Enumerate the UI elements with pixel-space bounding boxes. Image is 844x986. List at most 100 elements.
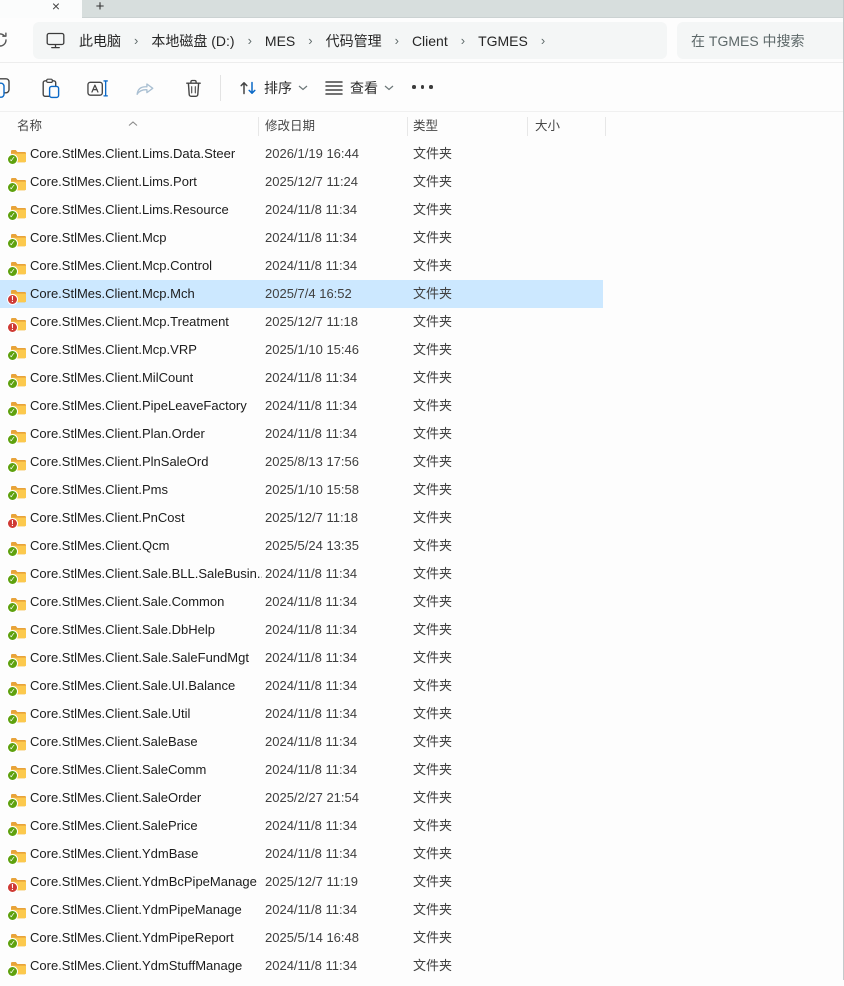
file-row[interactable]: Core.StlMes.Client.YdmStuffManage 2024/1…	[0, 952, 844, 980]
breadcrumb-item[interactable]: 此电脑	[73, 31, 127, 51]
file-date: 2025/1/10 15:46	[265, 336, 359, 364]
file-row[interactable]: Core.StlMes.Client.Lims.Port 2025/12/7 1…	[0, 168, 844, 196]
file-type: 文件夹	[413, 504, 452, 532]
file-row[interactable]: Core.StlMes.Client.Lims.Data.Steer 2026/…	[0, 140, 844, 168]
file-row[interactable]: Core.StlMes.Client.Mcp 2024/11/8 11:34 文…	[0, 224, 844, 252]
paste-icon[interactable]	[39, 77, 61, 99]
status-overlay-icon	[7, 378, 18, 389]
status-overlay-icon	[7, 462, 18, 473]
file-row[interactable]: Core.StlMes.Client.Mcp.VRP 2025/1/10 15:…	[0, 336, 844, 364]
breadcrumb-item[interactable]: Client	[406, 33, 454, 49]
sort-button-label: 排序	[264, 78, 292, 98]
breadcrumb-item[interactable]: 代码管理	[320, 31, 388, 51]
folder-icon	[10, 398, 26, 414]
file-date: 2024/11/8 11:34	[265, 252, 357, 280]
breadcrumb-chevron-icon[interactable]: ›	[301, 33, 319, 48]
file-row[interactable]: Core.StlMes.Client.Plan.Order 2024/11/8 …	[0, 420, 844, 448]
more-options-icon[interactable]	[412, 85, 433, 89]
file-name: Core.StlMes.Client.YdmPipeReport	[30, 924, 234, 952]
column-separator[interactable]	[605, 117, 606, 136]
file-name: Core.StlMes.Client.Sale.UI.Balance	[30, 672, 235, 700]
file-row[interactable]: Core.StlMes.Client.Mcp.Mch 2025/7/4 16:5…	[0, 280, 844, 308]
breadcrumb-chevron-icon[interactable]: ›	[454, 33, 472, 48]
file-name: Core.StlMes.Client.Plan.Order	[30, 420, 205, 448]
breadcrumb-field[interactable]: 此电脑›本地磁盘 (D:)›MES›代码管理›Client›TGMES›	[33, 22, 667, 59]
file-name: Core.StlMes.Client.SaleComm	[30, 756, 206, 784]
column-separator[interactable]	[527, 117, 528, 136]
file-row[interactable]: Core.StlMes.Client.Sale.Common 2024/11/8…	[0, 588, 844, 616]
active-tab[interactable]	[0, 0, 82, 18]
refresh-icon[interactable]	[0, 31, 9, 49]
copy-icon[interactable]	[0, 77, 11, 99]
folder-icon	[10, 930, 26, 946]
breadcrumb-item[interactable]: MES	[259, 33, 301, 49]
file-row[interactable]: Core.StlMes.Client.Sale.Util 2024/11/8 1…	[0, 700, 844, 728]
file-row[interactable]: Core.StlMes.Client.Sale.SaleFundMgt 2024…	[0, 644, 844, 672]
file-date: 2026/1/19 16:44	[265, 140, 359, 168]
column-header-type[interactable]: 类型	[413, 112, 438, 140]
file-row[interactable]: Core.StlMes.Client.Mcp.Treatment 2025/12…	[0, 308, 844, 336]
file-type: 文件夹	[413, 812, 452, 840]
delete-icon[interactable]	[182, 77, 204, 99]
breadcrumb-chevron-icon[interactable]: ›	[534, 33, 552, 48]
this-pc-icon[interactable]	[46, 32, 65, 49]
breadcrumb-item[interactable]: 本地磁盘 (D:)	[145, 31, 240, 51]
file-type: 文件夹	[413, 364, 452, 392]
column-separator[interactable]	[407, 117, 408, 136]
column-separator[interactable]	[258, 117, 259, 136]
breadcrumb-chevron-icon[interactable]: ›	[241, 33, 259, 48]
file-date: 2024/11/8 11:34	[265, 840, 357, 868]
status-overlay-icon	[7, 714, 18, 725]
file-row[interactable]: Core.StlMes.Client.PnCost 2025/12/7 11:1…	[0, 504, 844, 532]
status-overlay-icon	[7, 574, 18, 585]
status-overlay-icon	[7, 154, 18, 165]
status-overlay-icon	[7, 686, 18, 697]
tab-bar: × +	[0, 0, 844, 18]
folder-icon	[10, 510, 26, 526]
status-overlay-icon	[7, 882, 18, 893]
search-box[interactable]	[677, 22, 844, 59]
file-row[interactable]: Core.StlMes.Client.YdmPipeReport 2025/5/…	[0, 924, 844, 952]
status-overlay-icon	[7, 742, 18, 753]
file-name: Core.StlMes.Client.Mcp.VRP	[30, 336, 197, 364]
file-row[interactable]: Core.StlMes.Client.Qcm 2025/5/24 13:35 文…	[0, 532, 844, 560]
column-header-size[interactable]: 大小	[535, 112, 560, 140]
rename-icon[interactable]	[87, 77, 109, 99]
folder-icon	[10, 762, 26, 778]
folder-icon	[10, 678, 26, 694]
search-input[interactable]	[691, 33, 841, 49]
column-header-date[interactable]: 修改日期	[265, 112, 315, 140]
file-row[interactable]: Core.StlMes.Client.YdmBase 2024/11/8 11:…	[0, 840, 844, 868]
file-row[interactable]: Core.StlMes.Client.YdmPipeManage 2024/11…	[0, 896, 844, 924]
folder-icon	[10, 342, 26, 358]
file-row[interactable]: Core.StlMes.Client.PlnSaleOrd 2025/8/13 …	[0, 448, 844, 476]
file-row[interactable]: Core.StlMes.Client.Pms 2025/1/10 15:58 文…	[0, 476, 844, 504]
column-header-name[interactable]: 名称	[17, 112, 42, 140]
breadcrumb-chevron-icon[interactable]: ›	[127, 33, 145, 48]
tab-close-icon[interactable]: ×	[48, 0, 64, 16]
breadcrumb-chevron-icon[interactable]: ›	[388, 33, 406, 48]
file-date: 2024/11/8 11:34	[265, 644, 357, 672]
file-row[interactable]: Core.StlMes.Client.SaleBase 2024/11/8 11…	[0, 728, 844, 756]
file-row[interactable]: Core.StlMes.Client.Sale.BLL.SaleBusin...…	[0, 560, 844, 588]
file-row[interactable]: Core.StlMes.Client.SaleComm 2024/11/8 11…	[0, 756, 844, 784]
file-row[interactable]: Core.StlMes.Client.SaleOrder 2025/2/27 2…	[0, 784, 844, 812]
file-row[interactable]: Core.StlMes.Client.Sale.UI.Balance 2024/…	[0, 672, 844, 700]
file-row[interactable]: Core.StlMes.Client.YdmBcPipeManage 2025/…	[0, 868, 844, 896]
new-tab-icon[interactable]: +	[92, 0, 108, 17]
file-row[interactable]: Core.StlMes.Client.Mcp.Control 2024/11/8…	[0, 252, 844, 280]
file-row[interactable]: Core.StlMes.Client.PipeLeaveFactory 2024…	[0, 392, 844, 420]
file-name: Core.StlMes.Client.SaleOrder	[30, 784, 201, 812]
sort-button[interactable]: 排序	[232, 73, 314, 103]
file-row[interactable]: Core.StlMes.Client.Sale.DbHelp 2024/11/8…	[0, 616, 844, 644]
file-row[interactable]: Core.StlMes.Client.SalePrice 2024/11/8 1…	[0, 812, 844, 840]
status-overlay-icon	[7, 434, 18, 445]
file-name: Core.StlMes.Client.Mcp.Mch	[30, 280, 195, 308]
file-name: Core.StlMes.Client.Lims.Resource	[30, 196, 229, 224]
file-date: 2025/5/24 13:35	[265, 532, 359, 560]
file-row[interactable]: Core.StlMes.Client.MilCount 2024/11/8 11…	[0, 364, 844, 392]
breadcrumb-item[interactable]: TGMES	[472, 33, 534, 49]
file-row[interactable]: Core.StlMes.Client.Lims.Resource 2024/11…	[0, 196, 844, 224]
file-name: Core.StlMes.Client.Sale.BLL.SaleBusin...	[30, 560, 262, 588]
view-button[interactable]: 查看	[318, 73, 400, 103]
